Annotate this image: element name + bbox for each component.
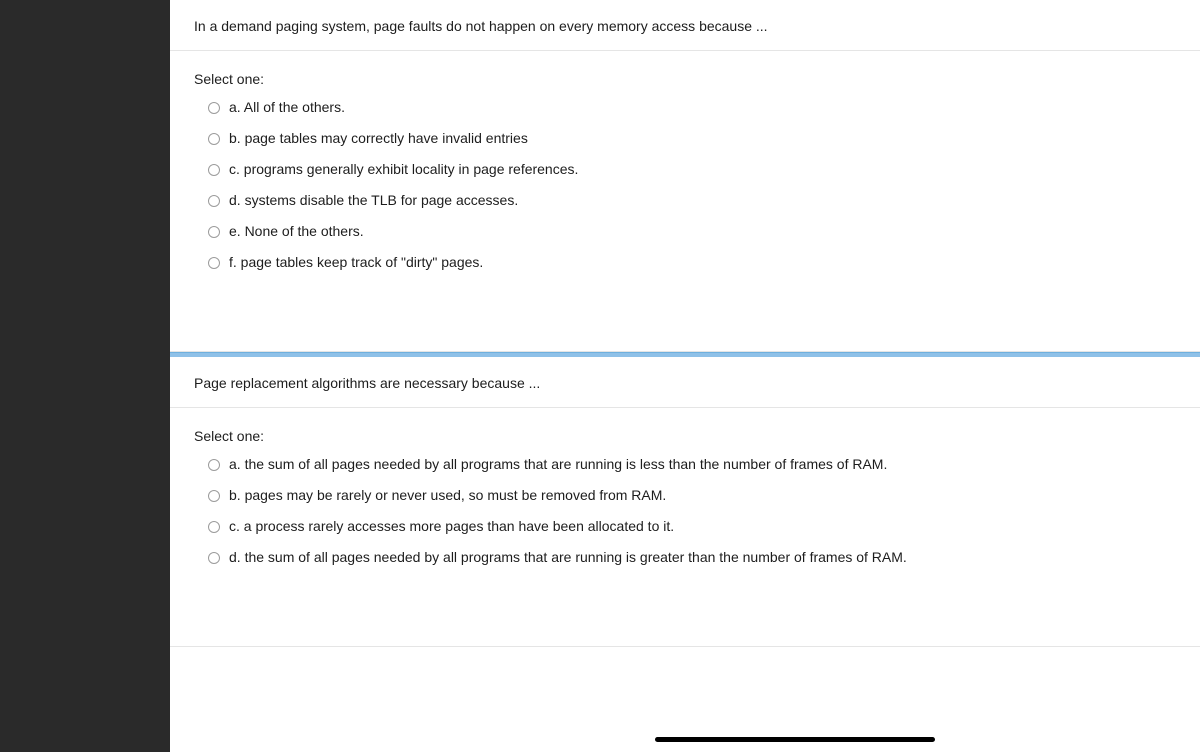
main-content: In a demand paging system, page faults d… [170, 0, 1200, 752]
option-label: d. systems disable the TLB for page acce… [229, 190, 518, 211]
sidebar [0, 0, 170, 752]
answer-area: Select one: a. All of the others. b. pag… [170, 51, 1200, 277]
question-block: In a demand paging system, page faults d… [170, 0, 1200, 352]
option-b[interactable]: b. page tables may correctly have invali… [194, 124, 1176, 153]
radio-icon [208, 226, 220, 238]
option-c[interactable]: c. programs generally exhibit locality i… [194, 155, 1176, 184]
radio-icon [208, 490, 220, 502]
option-f[interactable]: f. page tables keep track of "dirty" pag… [194, 248, 1176, 277]
select-one-label: Select one: [194, 71, 1176, 87]
horizontal-scrollbar[interactable] [655, 737, 935, 742]
option-label: a. the sum of all pages needed by all pr… [229, 454, 887, 475]
radio-icon [208, 521, 220, 533]
radio-icon [208, 257, 220, 269]
select-one-label: Select one: [194, 428, 1176, 444]
option-d[interactable]: d. the sum of all pages needed by all pr… [194, 543, 1176, 572]
option-label: c. programs generally exhibit locality i… [229, 159, 578, 180]
option-e[interactable]: e. None of the others. [194, 217, 1176, 246]
option-d[interactable]: d. systems disable the TLB for page acce… [194, 186, 1176, 215]
option-label: c. a process rarely accesses more pages … [229, 516, 674, 537]
radio-icon [208, 102, 220, 114]
radio-icon [208, 552, 220, 564]
option-label: b. pages may be rarely or never used, so… [229, 485, 666, 506]
option-b[interactable]: b. pages may be rarely or never used, so… [194, 481, 1176, 510]
radio-icon [208, 459, 220, 471]
question-block: Page replacement algorithms are necessar… [170, 357, 1200, 647]
option-label: a. All of the others. [229, 97, 345, 118]
option-label: b. page tables may correctly have invali… [229, 128, 528, 149]
option-label: e. None of the others. [229, 221, 364, 242]
question-text: Page replacement algorithms are necessar… [170, 357, 1200, 408]
radio-icon [208, 164, 220, 176]
answer-area: Select one: a. the sum of all pages need… [170, 408, 1200, 572]
option-label: d. the sum of all pages needed by all pr… [229, 547, 907, 568]
radio-icon [208, 195, 220, 207]
option-a[interactable]: a. the sum of all pages needed by all pr… [194, 450, 1176, 479]
option-a[interactable]: a. All of the others. [194, 93, 1176, 122]
option-c[interactable]: c. a process rarely accesses more pages … [194, 512, 1176, 541]
question-text: In a demand paging system, page faults d… [170, 0, 1200, 51]
option-label: f. page tables keep track of "dirty" pag… [229, 252, 483, 273]
radio-icon [208, 133, 220, 145]
